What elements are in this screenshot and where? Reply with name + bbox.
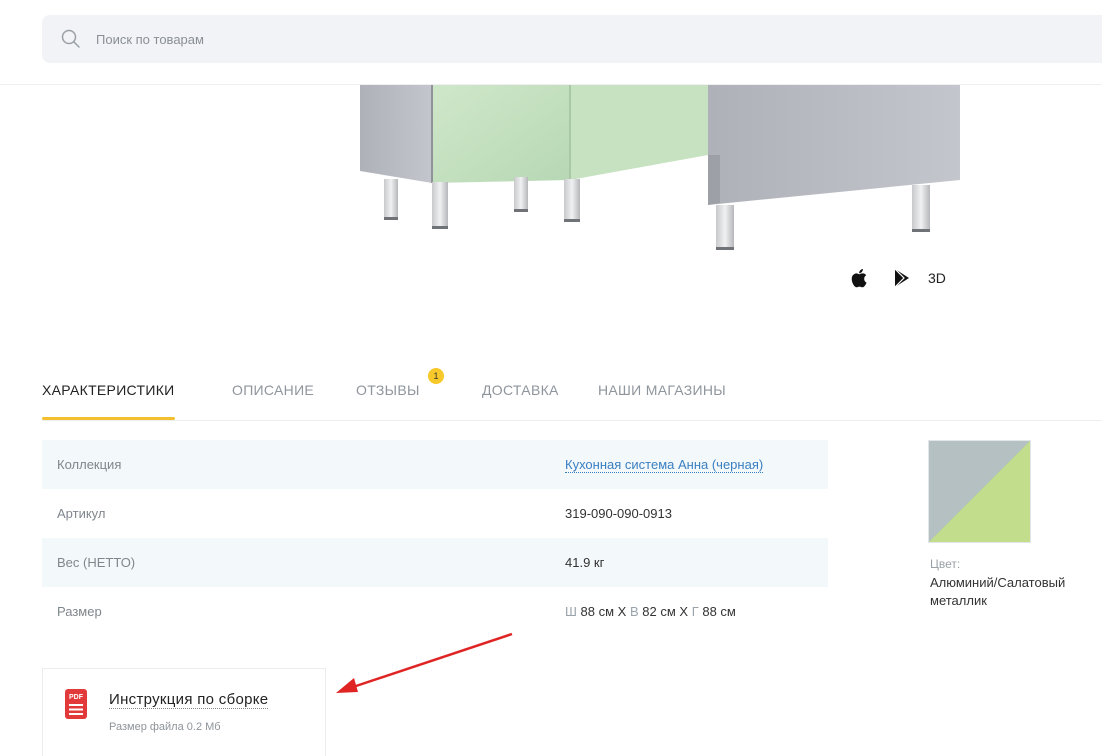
color-swatch[interactable] xyxy=(928,440,1031,543)
table-row: Размер Ш 88 см X В 82 см X Г 88 см xyxy=(42,587,828,636)
height-letter: В xyxy=(629,604,639,619)
tab-description[interactable]: ОПИСАНИЕ xyxy=(232,382,314,398)
search-bar[interactable] xyxy=(42,15,1102,63)
file-size-text: Размер файла 0.2 Мб xyxy=(109,721,221,733)
depth-letter: Г xyxy=(691,604,699,619)
table-row: Вес (НЕТТО) 41.9 кг xyxy=(42,538,828,587)
height-value: 82 см X xyxy=(642,604,689,619)
instruction-download-card[interactable]: PDF Инструкция по сборке Размер файла 0.… xyxy=(42,668,326,756)
spec-label: Размер xyxy=(57,604,102,619)
spec-label: Коллекция xyxy=(57,457,122,472)
spec-label: Артикул xyxy=(57,506,106,521)
tab-delivery[interactable]: ДОСТАВКА xyxy=(482,382,559,398)
specs-table: Коллекция Кухонная система Анна (черная)… xyxy=(42,440,828,636)
tab-our-stores[interactable]: НАШИ МАГАЗИНЫ xyxy=(598,382,726,398)
depth-value: 88 см xyxy=(702,604,736,619)
spec-value: Кухонная система Анна (черная) xyxy=(565,457,764,473)
search-icon xyxy=(61,29,80,48)
3d-view-link[interactable]: 3D xyxy=(928,270,946,286)
reviews-count-badge: 1 xyxy=(428,368,444,384)
collection-link[interactable]: Кухонная система Анна (черная) xyxy=(565,457,764,473)
product-tabs: ХАРАКТЕРИСТИКИ ОПИСАНИЕ ОТЗЫВЫ ДОСТАВКА … xyxy=(42,382,1102,422)
spec-label: Вес (НЕТТО) xyxy=(57,555,136,570)
tabs-divider xyxy=(42,420,1102,421)
pdf-file-icon: PDF xyxy=(65,689,87,719)
color-value: Алюминий/Салатовый металлик xyxy=(930,575,1066,608)
product-image xyxy=(360,85,960,250)
pdf-icon-text: PDF xyxy=(69,694,84,701)
tab-characteristics[interactable]: ХАРАКТЕРИСТИКИ xyxy=(42,382,175,420)
table-row: Коллекция Кухонная система Анна (черная) xyxy=(42,440,828,489)
tab-reviews[interactable]: ОТЗЫВЫ xyxy=(356,382,420,398)
table-row: Артикул 319-090-090-0913 xyxy=(42,489,828,538)
search-input[interactable] xyxy=(94,30,998,48)
spec-value-size: Ш 88 см X В 82 см X Г 88 см xyxy=(565,604,736,619)
spec-value: 41.9 кг xyxy=(565,555,605,570)
app-links: 3D xyxy=(848,266,946,290)
google-play-icon[interactable] xyxy=(890,266,914,290)
spec-value: 319-090-090-0913 xyxy=(565,506,672,521)
width-value: 88 см X xyxy=(580,604,627,619)
instruction-title-link[interactable]: Инструкция по сборке xyxy=(109,691,269,709)
apple-icon[interactable] xyxy=(848,266,872,290)
width-letter: Ш xyxy=(565,604,577,619)
annotation-arrow xyxy=(336,632,513,693)
color-label: Цвет: xyxy=(930,557,961,571)
